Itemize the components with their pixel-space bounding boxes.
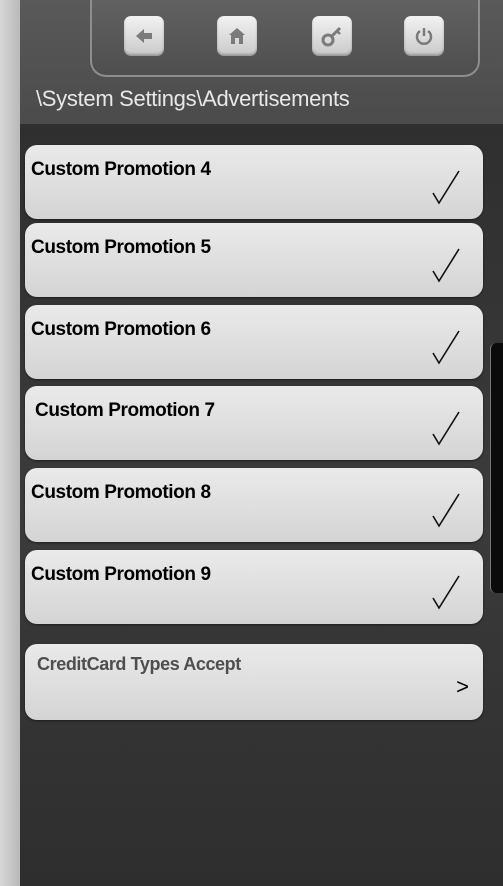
list-item-label: Custom Promotion 8: [31, 482, 211, 503]
list-item-label: Custom Promotion 9: [31, 564, 211, 585]
list-item-promotion-5[interactable]: Custom Promotion 5: [25, 223, 483, 297]
checkmark-icon: [432, 248, 460, 283]
header: \System Settings\Advertisements: [20, 0, 503, 124]
toolbar: [90, 0, 480, 77]
list-item-label: CreditCard Types Accept: [37, 654, 241, 674]
list-item-label: Custom Promotion 6: [31, 319, 211, 340]
creditcard-types-item[interactable]: CreditCard Types Accept >: [25, 644, 483, 720]
home-button[interactable]: [217, 16, 257, 56]
checkmark-icon: [432, 330, 460, 365]
checkmark-icon: [432, 493, 460, 528]
checkmark-icon: [432, 575, 460, 610]
list-item-promotion-6[interactable]: Custom Promotion 6: [25, 305, 483, 379]
power-icon: [415, 28, 433, 45]
list-item-promotion-8[interactable]: Custom Promotion 8: [25, 468, 483, 542]
back-button[interactable]: [124, 16, 164, 56]
home-icon: [229, 28, 245, 44]
left-edge-strip: [0, 0, 20, 886]
list-item-promotion-4[interactable]: Custom Promotion 4: [25, 145, 483, 219]
chevron-right-icon: >: [456, 674, 469, 699]
key-icon: [321, 26, 342, 47]
checkmark-icon: [432, 170, 460, 205]
power-button[interactable]: [404, 16, 444, 56]
list-item-promotion-7[interactable]: Custom Promotion 7: [25, 386, 483, 460]
scroll-handle[interactable]: [490, 343, 503, 593]
breadcrumb: \System Settings\Advertisements: [36, 86, 350, 111]
list-item-label: Custom Promotion 7: [35, 400, 215, 421]
list-item-label: Custom Promotion 5: [31, 237, 211, 258]
screen: \System Settings\Advertisements Custom P…: [0, 0, 503, 886]
list-item-label: Custom Promotion 4: [31, 159, 211, 180]
checkmark-icon: [432, 411, 460, 446]
back-arrow-icon: [136, 29, 152, 43]
list-item-promotion-9[interactable]: Custom Promotion 9: [25, 550, 483, 624]
key-button[interactable]: [312, 16, 352, 56]
